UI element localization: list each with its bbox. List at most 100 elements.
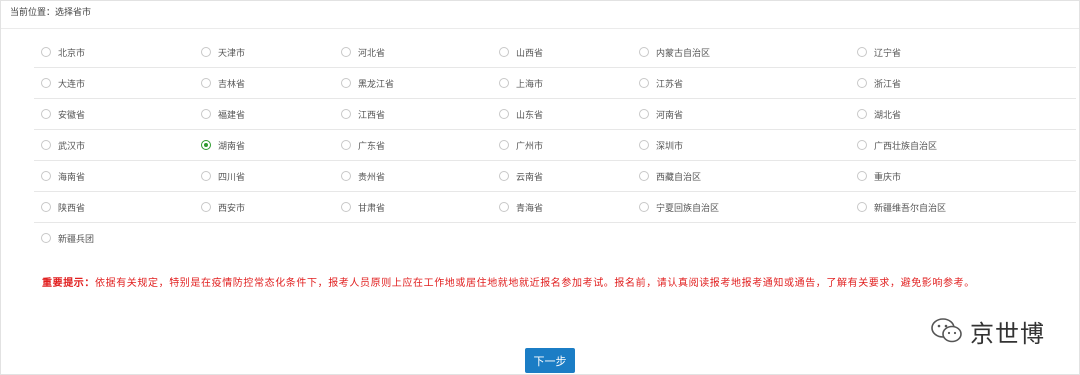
radio-button[interactable] — [639, 202, 649, 212]
province-option[interactable]: 江西省 — [341, 99, 385, 129]
province-label: 湖南省 — [218, 141, 246, 152]
radio-button[interactable] — [341, 47, 351, 57]
radio-button[interactable] — [639, 47, 649, 57]
province-option[interactable]: 河南省 — [639, 99, 683, 129]
option-row: 海南省 四川省 贵州省 云南省 西藏自治区 重庆市 — [34, 161, 1076, 192]
province-label: 广东省 — [358, 141, 386, 152]
province-option[interactable]: 西藏自治区 — [639, 161, 701, 191]
radio-button[interactable] — [341, 140, 351, 150]
radio-button[interactable] — [639, 109, 649, 119]
province-option[interactable]: 重庆市 — [857, 161, 901, 191]
province-label: 甘肃省 — [358, 203, 386, 214]
province-option[interactable]: 贵州省 — [341, 161, 385, 191]
province-label: 海南省 — [58, 172, 86, 183]
province-option[interactable]: 山西省 — [499, 37, 543, 67]
option-row: 新疆兵团 — [34, 223, 1076, 253]
province-option[interactable]: 广东省 — [341, 130, 385, 160]
radio-button[interactable] — [201, 78, 211, 88]
radio-button[interactable] — [857, 47, 867, 57]
radio-button[interactable] — [499, 202, 509, 212]
breadcrumb: 当前位置：选择省市 — [10, 8, 92, 18]
province-option[interactable]: 海南省 — [41, 161, 85, 191]
province-option[interactable]: 安徽省 — [41, 99, 85, 129]
radio-button[interactable] — [857, 171, 867, 181]
province-label: 山西省 — [516, 48, 544, 59]
province-option[interactable]: 天津市 — [201, 37, 245, 67]
province-label: 湖北省 — [874, 110, 902, 121]
wechat-icon — [931, 318, 962, 343]
radio-button[interactable] — [341, 78, 351, 88]
province-option[interactable]: 北京市 — [41, 37, 85, 67]
radio-button[interactable] — [857, 140, 867, 150]
radio-button[interactable] — [41, 171, 51, 181]
radio-button[interactable] — [201, 171, 211, 181]
province-option[interactable]: 福建省 — [201, 99, 245, 129]
province-option[interactable]: 四川省 — [201, 161, 245, 191]
radio-button[interactable] — [499, 171, 509, 181]
province-option[interactable]: 甘肃省 — [341, 192, 385, 222]
province-option[interactable]: 内蒙古自治区 — [639, 37, 710, 67]
province-label: 安徽省 — [58, 110, 86, 121]
radio-button[interactable] — [201, 109, 211, 119]
province-option[interactable]: 河北省 — [341, 37, 385, 67]
radio-button[interactable] — [41, 109, 51, 119]
province-option[interactable]: 湖北省 — [857, 99, 901, 129]
next-step-button[interactable]: 下一步 — [525, 348, 575, 373]
province-option[interactable]: 云南省 — [499, 161, 543, 191]
radio-button[interactable] — [857, 202, 867, 212]
radio-button[interactable] — [41, 233, 51, 243]
province-label: 河南省 — [656, 110, 684, 121]
province-option[interactable]: 广州市 — [499, 130, 543, 160]
province-grid: 北京市 天津市 河北省 山西省 内蒙古自治区 辽宁省大连市 吉林省 黑龙江省 上海市 江苏省 浙江省… — [34, 37, 1076, 253]
province-option[interactable]: 广西壮族自治区 — [857, 130, 937, 160]
radio-button[interactable] — [639, 171, 649, 181]
province-option[interactable]: 辽宁省 — [857, 37, 901, 67]
province-option[interactable]: 吉林省 — [201, 68, 245, 98]
radio-button[interactable] — [341, 109, 351, 119]
notice-label: 重要提示： — [42, 278, 95, 289]
option-row: 武汉市 湖南省 广东省 广州市 深圳市 广西壮族自治区 — [34, 130, 1076, 161]
province-option[interactable]: 浙江省 — [857, 68, 901, 98]
province-option[interactable]: 江苏省 — [639, 68, 683, 98]
radio-button[interactable] — [341, 202, 351, 212]
radio-button[interactable] — [41, 47, 51, 57]
province-option[interactable]: 新疆兵团 — [41, 223, 94, 253]
radio-button[interactable] — [201, 140, 211, 150]
province-option[interactable]: 西安市 — [201, 192, 245, 222]
province-label: 贵州省 — [358, 172, 386, 183]
radio-button[interactable] — [41, 78, 51, 88]
province-option[interactable]: 宁夏回族自治区 — [639, 192, 719, 222]
radio-button[interactable] — [857, 109, 867, 119]
province-label: 重庆市 — [874, 172, 902, 183]
province-option[interactable]: 深圳市 — [639, 130, 683, 160]
province-option[interactable]: 湖南省 — [201, 130, 245, 160]
important-notice: 重要提示：依据有关规定，特别是在疫情防控常态化条件下，报考人员原则上应在工作地或… — [17, 274, 1077, 294]
radio-button[interactable] — [499, 140, 509, 150]
notice-text: 依据有关规定，特别是在疫情防控常态化条件下，报考人员原则上应在工作地或居住地就地… — [95, 278, 975, 289]
province-option[interactable]: 武汉市 — [41, 130, 85, 160]
province-option[interactable]: 山东省 — [499, 99, 543, 129]
radio-button[interactable] — [499, 78, 509, 88]
radio-button[interactable] — [499, 47, 509, 57]
province-option[interactable]: 新疆维吾尔自治区 — [857, 192, 946, 222]
option-row: 大连市 吉林省 黑龙江省 上海市 江苏省 浙江省 — [34, 68, 1076, 99]
province-label: 内蒙古自治区 — [656, 48, 711, 59]
province-label: 江西省 — [358, 110, 386, 121]
province-option[interactable]: 黑龙江省 — [341, 68, 394, 98]
province-label: 北京市 — [58, 48, 86, 59]
province-option[interactable]: 上海市 — [499, 68, 543, 98]
divider — [1, 28, 1079, 29]
province-option[interactable]: 青海省 — [499, 192, 543, 222]
radio-button[interactable] — [639, 78, 649, 88]
province-option[interactable]: 陕西省 — [41, 192, 85, 222]
province-option[interactable]: 大连市 — [41, 68, 85, 98]
radio-button[interactable] — [499, 109, 509, 119]
radio-button[interactable] — [341, 171, 351, 181]
radio-button[interactable] — [857, 78, 867, 88]
province-label: 江苏省 — [656, 79, 684, 90]
radio-button[interactable] — [201, 202, 211, 212]
radio-button[interactable] — [639, 140, 649, 150]
radio-button[interactable] — [41, 202, 51, 212]
radio-button[interactable] — [41, 140, 51, 150]
radio-button[interactable] — [201, 47, 211, 57]
